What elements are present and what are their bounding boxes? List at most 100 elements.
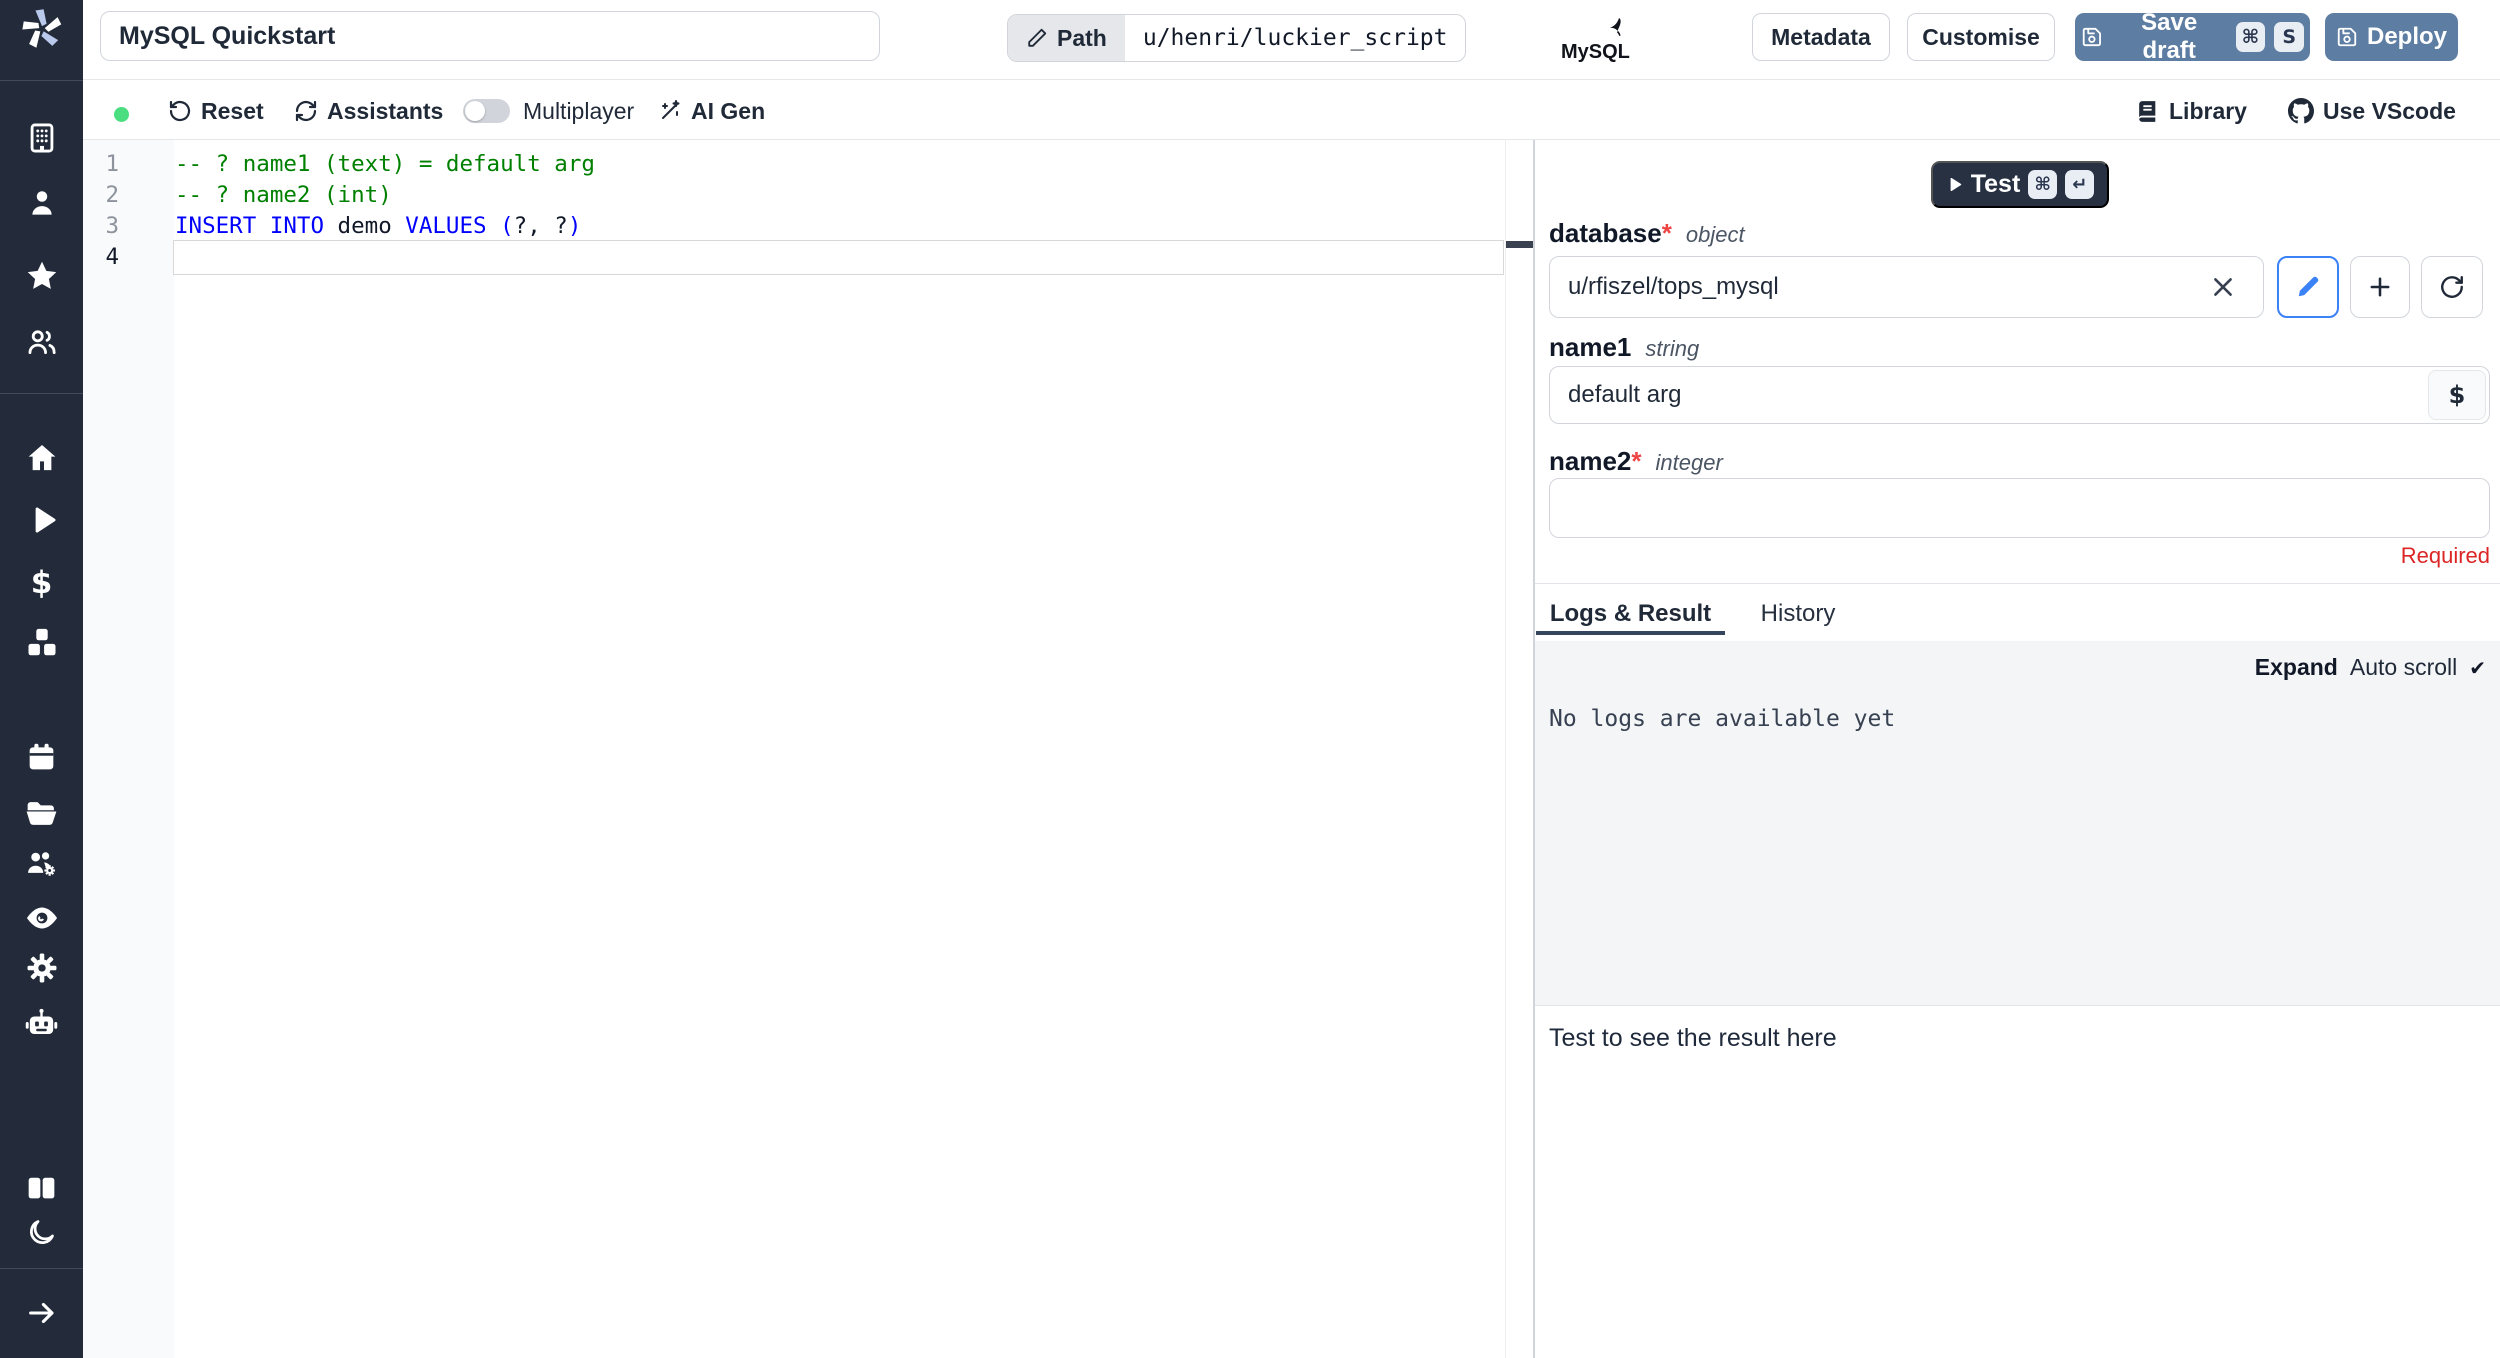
reset-button[interactable]: Reset bbox=[168, 93, 264, 129]
customise-button[interactable]: Customise bbox=[1907, 13, 2055, 61]
path-edit-button[interactable]: Path bbox=[1008, 15, 1125, 61]
rotate-ccw-icon bbox=[169, 100, 191, 122]
code-line-3[interactable]: INSERT INTO demo VALUES (?, ?) bbox=[175, 210, 581, 243]
editor-overview-ruler[interactable] bbox=[1505, 140, 1533, 1358]
field-type: string bbox=[1645, 336, 1700, 361]
required-error: Required bbox=[2400, 543, 2490, 568]
deploy-label: Deploy bbox=[2366, 23, 2447, 50]
sidebar-divider bbox=[0, 393, 83, 394]
audit-eye-icon[interactable] bbox=[0, 900, 83, 936]
use-vscode-button[interactable]: Use VScode bbox=[2288, 93, 2456, 129]
panel-separator bbox=[1535, 583, 2500, 584]
code-line-1[interactable]: -- ? name1 (text) = default arg bbox=[175, 148, 595, 181]
mysql-logo-text: MySQL bbox=[1561, 41, 1630, 63]
path-chip[interactable]: Path u/henri/luckier_script bbox=[1007, 14, 1467, 62]
reset-label: Reset bbox=[201, 98, 264, 124]
clear-database-button[interactable] bbox=[2210, 274, 2236, 300]
multiplayer-label: Multiplayer bbox=[523, 98, 635, 124]
variable-picker-button[interactable]: $ bbox=[2428, 370, 2486, 420]
name1-input[interactable] bbox=[1549, 366, 2490, 424]
runs-play-icon[interactable] bbox=[0, 503, 83, 537]
collapse-arrow-right-icon[interactable] bbox=[0, 1296, 83, 1330]
pencil-icon bbox=[2298, 276, 2319, 297]
save-draft-button[interactable]: Save draft ⌘ S bbox=[2075, 9, 2310, 64]
path-value[interactable]: u/henri/luckier_script bbox=[1125, 15, 1466, 61]
user-icon[interactable] bbox=[0, 186, 83, 220]
refresh-resource-button[interactable] bbox=[2421, 256, 2483, 318]
settings-gear-icon[interactable] bbox=[0, 951, 83, 985]
check-icon[interactable]: ✔ bbox=[2469, 656, 2486, 680]
sql-placeholders: ?, ? bbox=[513, 213, 568, 239]
schedules-calendar-icon[interactable] bbox=[0, 741, 83, 774]
ai-robot-icon[interactable] bbox=[0, 1006, 83, 1041]
save-draft-label: Save draft bbox=[2141, 9, 2198, 64]
overview-cursor-mark bbox=[1506, 241, 1533, 248]
database-input[interactable] bbox=[1549, 256, 2264, 318]
test-button[interactable]: Test ⌘ ↵ bbox=[1931, 161, 2109, 208]
sidebar: $ bbox=[0, 0, 83, 1358]
billing-dollar-icon[interactable]: $ bbox=[0, 566, 83, 600]
required-asterisk: * bbox=[1631, 446, 1642, 476]
editor-current-line[interactable] bbox=[173, 240, 1504, 275]
deploy-button[interactable]: Deploy bbox=[2325, 13, 2458, 61]
name2-field-label: name2* integer bbox=[1549, 446, 1723, 477]
windmill-logo-icon[interactable] bbox=[0, 6, 83, 52]
field-name: database bbox=[1549, 218, 1662, 248]
line-number: 2 bbox=[105, 182, 119, 208]
add-resource-button[interactable] bbox=[2350, 256, 2410, 318]
ai-gen-button[interactable]: AI Gen bbox=[658, 93, 765, 129]
close-icon bbox=[2214, 278, 2232, 296]
folders-open-icon[interactable] bbox=[0, 796, 83, 831]
expand-button[interactable]: Expand bbox=[2255, 654, 2338, 681]
sql-paren: ) bbox=[567, 213, 582, 239]
name1-field-label: name1 string bbox=[1549, 332, 1699, 363]
field-type: integer bbox=[1655, 450, 1723, 475]
name2-input[interactable] bbox=[1549, 478, 2490, 538]
kbd-enter: ↵ bbox=[2065, 170, 2095, 199]
sql-keyword: VALUES bbox=[405, 213, 487, 239]
resources-cubes-icon[interactable] bbox=[0, 625, 83, 661]
play-icon bbox=[1950, 177, 1961, 192]
sql-identifier: demo bbox=[324, 213, 406, 239]
home-icon[interactable] bbox=[0, 441, 83, 475]
dark-mode-moon-icon[interactable] bbox=[0, 1216, 83, 1249]
docs-book-icon[interactable] bbox=[0, 1171, 83, 1206]
sql-paren: ( bbox=[486, 213, 514, 239]
library-button[interactable]: Library bbox=[2135, 93, 2247, 129]
pencil-icon bbox=[1028, 28, 1047, 47]
sidebar-divider bbox=[0, 80, 83, 81]
metadata-button[interactable]: Metadata bbox=[1752, 13, 1890, 61]
autoscroll-label[interactable]: Auto scroll bbox=[2350, 654, 2457, 681]
field-name: name1 bbox=[1549, 332, 1632, 362]
book-icon bbox=[2139, 100, 2156, 122]
refresh-cw-icon bbox=[295, 100, 317, 122]
path-label: Path bbox=[1057, 24, 1107, 51]
line-number-active: 4 bbox=[105, 244, 119, 270]
field-name: name2 bbox=[1549, 446, 1632, 476]
github-icon bbox=[2288, 98, 2314, 124]
line-number: 3 bbox=[105, 213, 119, 239]
sidebar-divider bbox=[0, 1268, 83, 1269]
result-placeholder: Test to see the result here bbox=[1549, 1024, 1837, 1052]
required-asterisk: * bbox=[1661, 218, 1672, 248]
groups-users-icon[interactable] bbox=[0, 325, 83, 359]
use-vscode-label: Use VScode bbox=[2323, 98, 2456, 124]
script-title-input[interactable] bbox=[100, 11, 880, 61]
plus-icon bbox=[2370, 277, 2390, 297]
tab-logs-result[interactable]: Logs & Result bbox=[1536, 594, 1725, 634]
ai-gen-label: AI Gen bbox=[691, 98, 766, 124]
workspace-building-icon[interactable] bbox=[0, 121, 83, 155]
code-line-2[interactable]: -- ? name2 (int) bbox=[175, 179, 392, 212]
workers-users-gear-icon[interactable] bbox=[0, 846, 83, 881]
field-type: object bbox=[1685, 222, 1745, 247]
mysql-language-logo: MySQL bbox=[1553, 14, 1635, 66]
kbd-cmd: ⌘ bbox=[2235, 22, 2266, 52]
library-label: Library bbox=[2169, 98, 2247, 124]
edit-resource-button[interactable] bbox=[2277, 256, 2339, 318]
kbd-s: S bbox=[2274, 22, 2304, 52]
multiplayer-toggle[interactable] bbox=[463, 99, 510, 123]
tab-history[interactable]: History bbox=[1738, 594, 1858, 634]
assistants-button[interactable]: Assistants bbox=[294, 93, 443, 129]
test-label: Test bbox=[1970, 170, 2021, 198]
favorites-star-icon[interactable] bbox=[0, 258, 83, 294]
